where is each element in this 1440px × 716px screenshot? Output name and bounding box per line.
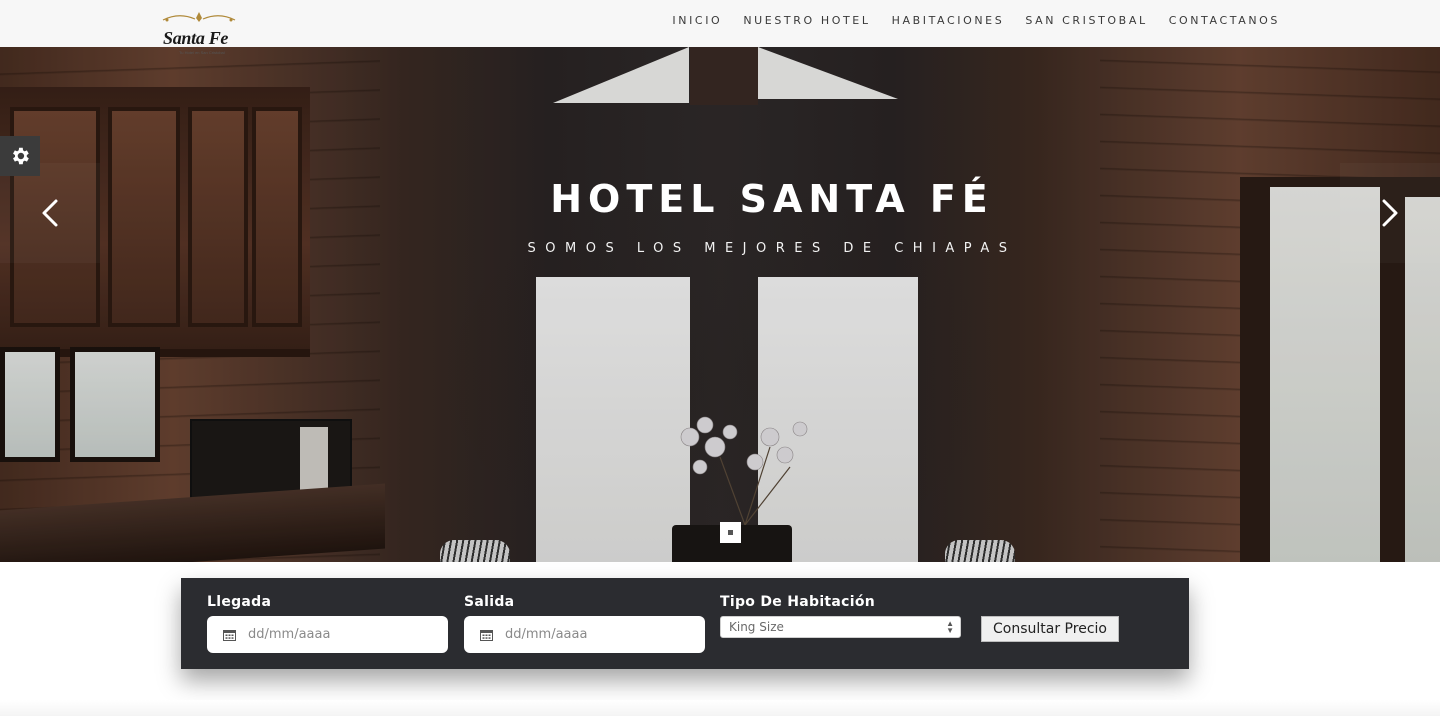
room-type-select[interactable]: King Size ▲ ▼ xyxy=(720,616,961,638)
gear-icon xyxy=(13,147,29,165)
logo-text: Santa Fe xyxy=(163,28,229,48)
navbar: Santa Fe Tu Hotel en San Cristobal INICI… xyxy=(0,0,1440,55)
page-bottom-edge xyxy=(0,700,1440,716)
logo[interactable]: Santa Fe Tu Hotel en San Cristobal xyxy=(157,10,241,55)
departure-date-input[interactable]: dd/mm/aaaa xyxy=(464,616,705,653)
chevron-left-icon xyxy=(42,199,58,227)
booking-form: Llegada dd/mm/aaaa Salida dd/mm/aaaa Tip… xyxy=(181,578,1189,669)
nav-item-habitaciones[interactable]: HABITACIONES xyxy=(892,14,1005,27)
main-nav: INICIO NUESTRO HOTEL HABITACIONES SAN CR… xyxy=(672,14,1280,27)
nav-item-contactanos[interactable]: CONTACTANOS xyxy=(1169,14,1280,27)
departure-field: Salida dd/mm/aaaa xyxy=(464,594,705,653)
hero-overlay xyxy=(0,47,1440,562)
arrival-label: Llegada xyxy=(207,594,272,610)
logo-ornament-icon xyxy=(162,12,236,22)
room-type-selected: King Size xyxy=(729,620,784,634)
nav-item-san-cristobal[interactable]: SAN CRISTOBAL xyxy=(1025,14,1147,27)
hero-subtitle: SOMOS LOS MEJORES DE CHIAPAS xyxy=(527,241,1017,256)
slider-prev-button[interactable] xyxy=(0,163,100,263)
hero-title: HOTEL SANTA FÉ xyxy=(550,177,994,221)
arrival-field: Llegada dd/mm/aaaa xyxy=(207,594,448,653)
select-arrows-icon: ▲ ▼ xyxy=(946,619,954,635)
slider-next-button[interactable] xyxy=(1340,163,1440,263)
chevron-right-icon xyxy=(1382,199,1398,227)
check-price-button[interactable]: Consultar Precio xyxy=(981,616,1119,642)
room-type-field: Tipo De Habitación King Size ▲ ▼ xyxy=(720,594,961,638)
nav-item-inicio[interactable]: INICIO xyxy=(672,14,722,27)
slide-dot-icon[interactable] xyxy=(720,522,741,543)
room-type-label: Tipo De Habitación xyxy=(720,594,876,610)
logo-tagline: Tu Hotel en San Cristobal xyxy=(179,50,225,55)
calendar-icon xyxy=(480,629,493,641)
settings-button[interactable] xyxy=(0,136,40,176)
arrival-placeholder: dd/mm/aaaa xyxy=(248,627,331,642)
hero-slider: HOTEL SANTA FÉ SOMOS LOS MEJORES DE CHIA… xyxy=(0,47,1440,562)
departure-placeholder: dd/mm/aaaa xyxy=(505,627,588,642)
departure-label: Salida xyxy=(464,594,515,610)
arrival-date-input[interactable]: dd/mm/aaaa xyxy=(207,616,448,653)
calendar-icon xyxy=(223,629,236,641)
nav-item-nuestro-hotel[interactable]: NUESTRO HOTEL xyxy=(743,14,870,27)
